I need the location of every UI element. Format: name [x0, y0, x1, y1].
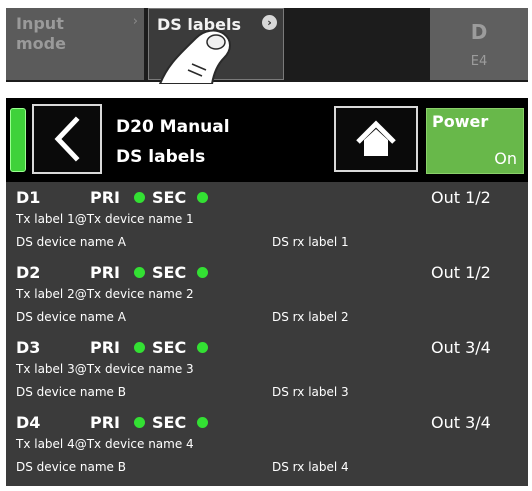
finger-touch-icon: [158, 29, 231, 84]
tx-label: Tx label 1@Tx device name 1: [16, 212, 194, 226]
power-label: Power: [432, 112, 489, 131]
page-title: D20 Manual DS labels: [116, 112, 230, 172]
back-button[interactable]: [32, 104, 102, 174]
header-bar: D20 Manual DS labels Power On: [6, 98, 528, 180]
d-tile[interactable]: D E4: [430, 8, 528, 80]
sec-status-dot-icon: [197, 342, 208, 353]
channel-id: D4: [16, 413, 41, 432]
pri-status-dot-icon: [134, 192, 145, 203]
tile-strip: Input mode › DS labels › D E4: [6, 8, 528, 82]
ds-device-name: DS device name B: [16, 460, 126, 474]
chevron-left-icon: [54, 116, 80, 162]
ds-rx-label: DS rx label 1: [272, 235, 349, 249]
ds-device-name: DS device name A: [16, 235, 126, 249]
input-mode-label: Input mode: [16, 14, 66, 53]
pri-label: PRI: [90, 338, 120, 357]
output-label: Out 1/2: [431, 263, 491, 282]
chevron-right-icon: ›: [262, 15, 277, 30]
tx-label: Tx label 3@Tx device name 3: [16, 362, 194, 376]
channel-id: D3: [16, 338, 41, 357]
home-button[interactable]: [334, 106, 418, 172]
sec-label: SEC: [152, 338, 187, 357]
sec-label: SEC: [152, 263, 187, 282]
empty-tile: [288, 8, 426, 80]
chevron-right-icon: ›: [132, 14, 138, 29]
pri-label: PRI: [90, 413, 120, 432]
d-tile-label: D: [470, 20, 488, 44]
title-device: D20 Manual: [116, 117, 230, 137]
sec-status-dot-icon: [197, 192, 208, 203]
tx-label: Tx label 2@Tx device name 2: [16, 287, 194, 301]
output-label: Out 3/4: [431, 413, 491, 432]
power-button[interactable]: Power On: [426, 108, 524, 174]
pri-status-dot-icon: [134, 267, 145, 278]
pri-label: PRI: [90, 263, 120, 282]
home-icon: [356, 120, 396, 156]
list-item[interactable]: D3 PRI SEC Out 3/4 Tx label 3@Tx device …: [6, 332, 528, 406]
ds-rx-label: DS rx label 2: [272, 310, 349, 324]
status-led: [10, 108, 26, 172]
output-label: Out 1/2: [431, 188, 491, 207]
sec-status-dot-icon: [197, 267, 208, 278]
power-state: On: [494, 149, 517, 168]
sec-label: SEC: [152, 188, 187, 207]
d-tile-sublabel: E4: [470, 54, 488, 69]
list-item[interactable]: D2 PRI SEC Out 1/2 Tx label 2@Tx device …: [6, 257, 528, 331]
output-label: Out 3/4: [431, 338, 491, 357]
ds-device-name: DS device name B: [16, 385, 126, 399]
title-page: DS labels: [116, 147, 206, 167]
pri-label: PRI: [90, 188, 120, 207]
input-mode-tile[interactable]: Input mode ›: [6, 8, 144, 80]
pri-status-dot-icon: [134, 342, 145, 353]
sec-label: SEC: [152, 413, 187, 432]
channel-id: D1: [16, 188, 41, 207]
sec-status-dot-icon: [197, 417, 208, 428]
channel-id: D2: [16, 263, 41, 282]
ds-device-name: DS device name A: [16, 310, 126, 324]
pri-status-dot-icon: [134, 417, 145, 428]
device-screen: D20 Manual DS labels Power On D1 PRI SEC…: [6, 98, 528, 486]
ds-rx-label: DS rx label 3: [272, 385, 349, 399]
ds-rx-label: DS rx label 4: [272, 460, 349, 474]
ds-label-list: D1 PRI SEC Out 1/2 Tx label 1@Tx device …: [6, 182, 528, 486]
list-item[interactable]: D1 PRI SEC Out 1/2 Tx label 1@Tx device …: [6, 182, 528, 256]
tx-label: Tx label 4@Tx device name 4: [16, 437, 194, 451]
list-item[interactable]: D4 PRI SEC Out 3/4 Tx label 4@Tx device …: [6, 407, 528, 481]
